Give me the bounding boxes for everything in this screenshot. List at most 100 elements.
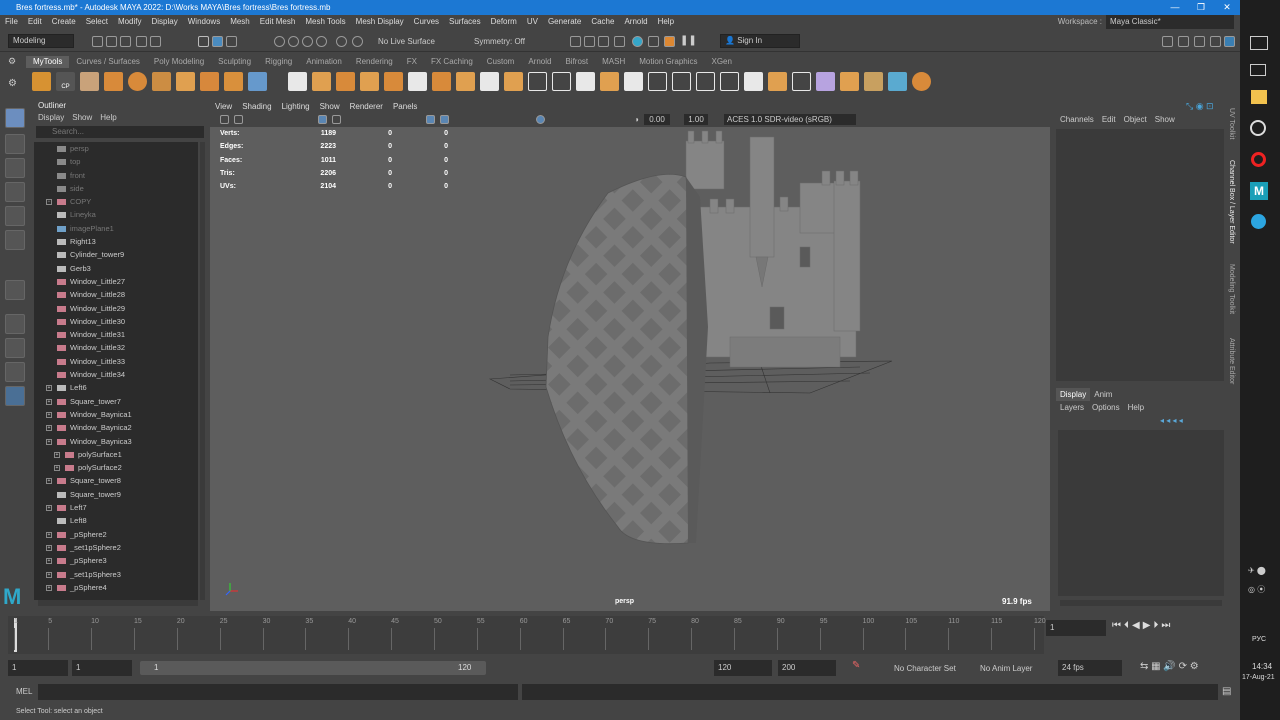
- scale-tool-icon[interactable]: [5, 230, 25, 250]
- outliner-item[interactable]: Window_Little34: [34, 368, 198, 381]
- menu-help[interactable]: Help: [653, 15, 679, 29]
- live-surface-label[interactable]: No Live Surface: [378, 37, 435, 46]
- shelf-tool-icon[interactable]: [456, 72, 475, 91]
- cb-menu-channels[interactable]: Channels: [1056, 113, 1098, 126]
- command-input[interactable]: [38, 684, 518, 700]
- shelf-tool-icon[interactable]: [792, 72, 811, 91]
- shelf-tab-sculpting[interactable]: Sculpting: [211, 56, 258, 68]
- current-frame-field[interactable]: 1: [1046, 620, 1106, 636]
- viewport-panel[interactable]: View Shading Lighting Show Renderer Panels ◑ …: [210, 100, 1050, 611]
- clock-date[interactable]: 17-Aug-21: [1242, 674, 1275, 681]
- smooth-shade-icon[interactable]: [426, 115, 435, 124]
- move-tool-icon[interactable]: [5, 182, 25, 202]
- select-by-object-icon[interactable]: [212, 36, 223, 47]
- minimize-button[interactable]: —: [1162, 0, 1188, 15]
- expand-icon[interactable]: +: [46, 425, 52, 432]
- outliner-item[interactable]: Window_Little28: [34, 288, 198, 301]
- fps-dropdown[interactable]: 24 fps: [1058, 660, 1122, 676]
- outliner-item[interactable]: front: [34, 169, 198, 182]
- shelf-tool-icon[interactable]: [696, 72, 715, 91]
- outliner-item[interactable]: + Window_Baynica1: [34, 408, 198, 421]
- outliner-item[interactable]: imagePlane1: [34, 222, 198, 235]
- shelf-tool-icon[interactable]: [336, 72, 355, 91]
- select-by-component-icon[interactable]: [226, 36, 237, 47]
- shelf-tool-icon[interactable]: [888, 72, 907, 91]
- shelf-tool-icon[interactable]: [864, 72, 883, 91]
- shelf-tab-curves-surfaces[interactable]: Curves / Surfaces: [69, 56, 147, 68]
- system-tray-icons[interactable]: ✈ ⬤: [1248, 566, 1266, 575]
- shelf-tool-icon[interactable]: [312, 72, 331, 91]
- expand-icon[interactable]: +: [46, 531, 52, 538]
- outliner-item[interactable]: Window_Little31: [34, 328, 198, 341]
- channel-box-area[interactable]: [1056, 129, 1224, 381]
- expand-icon[interactable]: +: [46, 398, 52, 405]
- snap-surface-icon[interactable]: [336, 36, 347, 47]
- shelf-tool-icon[interactable]: [480, 72, 499, 91]
- menu-mesh[interactable]: Mesh: [225, 15, 255, 29]
- shelf-tool-icon[interactable]: [768, 72, 787, 91]
- shelf-tab-arnold[interactable]: Arnold: [521, 56, 558, 68]
- menu-display[interactable]: Display: [147, 15, 183, 29]
- time-slider[interactable]: 1 5 10 15 20 25 30 35 40 45 50 55 60 65 70 75 80 85 90 95 10…: [0, 614, 1240, 656]
- torus-icon[interactable]: [128, 72, 147, 91]
- menu-curves[interactable]: Curves: [409, 15, 444, 29]
- tool-settings-icon[interactable]: [1194, 36, 1205, 47]
- shelf-tab-poly-modeling[interactable]: Poly Modeling: [147, 56, 211, 68]
- shelf-tool-icon[interactable]: [840, 72, 859, 91]
- menu-file[interactable]: File: [0, 15, 23, 29]
- shelf-tool-icon[interactable]: [912, 72, 931, 91]
- outliner-item[interactable]: + _set1pSphere2: [34, 541, 198, 554]
- shelf-tool-icon[interactable]: [720, 72, 739, 91]
- expand-icon[interactable]: +: [46, 478, 52, 485]
- outliner-layout-icon[interactable]: [5, 386, 25, 406]
- menu-uv[interactable]: UV: [522, 15, 543, 29]
- outliner-item[interactable]: + _pSphere4: [34, 581, 198, 594]
- gamma-field[interactable]: 1.00: [684, 114, 708, 125]
- shelf-tab-bifrost[interactable]: Bifrost: [558, 56, 595, 68]
- chrome-icon[interactable]: [1250, 120, 1266, 136]
- cp-icon[interactable]: CP: [56, 72, 75, 91]
- shelf-tab-mytools[interactable]: MyTools: [26, 56, 70, 68]
- sign-in-dropdown[interactable]: 👤 Sign In: [720, 34, 800, 48]
- maximize-button[interactable]: ❐: [1188, 0, 1214, 15]
- exposure-field[interactable]: 0.00: [644, 114, 670, 125]
- character-set-dropdown[interactable]: No Character Set: [894, 664, 956, 673]
- network-icon[interactable]: ◎ ⦿: [1248, 584, 1265, 595]
- arnold-render-icon[interactable]: [664, 36, 675, 47]
- shelf-tab-rigging[interactable]: Rigging: [258, 56, 299, 68]
- outliner-item[interactable]: + polySurface2: [34, 461, 198, 474]
- shelf-tool-icon[interactable]: [152, 72, 171, 91]
- render-settings-icon[interactable]: [614, 36, 625, 47]
- outliner-hscrollbar[interactable]: [38, 600, 198, 606]
- shaded-icon[interactable]: [440, 115, 449, 124]
- outliner-item[interactable]: + COPY: [34, 195, 198, 208]
- shelf-tool-icon[interactable]: [672, 72, 691, 91]
- workspace-dropdown[interactable]: Maya Classic*: [1106, 15, 1234, 29]
- search-icon[interactable]: [1250, 36, 1268, 50]
- outliner-item[interactable]: + Square_tower8: [34, 474, 198, 487]
- snap-curve-icon[interactable]: [288, 36, 299, 47]
- playback-end-field[interactable]: 120: [714, 660, 772, 676]
- outliner-item[interactable]: top: [34, 155, 198, 168]
- shelf-tool-icon[interactable]: [224, 72, 243, 91]
- outliner-item[interactable]: + Left6: [34, 381, 198, 394]
- viewport-menu-lighting[interactable]: Lighting: [277, 100, 315, 113]
- expand-icon[interactable]: +: [46, 544, 52, 551]
- outliner-item[interactable]: Window_Little33: [34, 355, 198, 368]
- outliner-menu-show[interactable]: Show: [68, 112, 96, 124]
- menu-deform[interactable]: Deform: [486, 15, 522, 29]
- menu-edit[interactable]: Edit: [23, 15, 47, 29]
- shelf-settings-icon[interactable]: ⚙: [8, 56, 16, 67]
- panel-controls-icon[interactable]: ⤡ ◉ ⊡: [1186, 101, 1214, 112]
- layer-hscrollbar[interactable]: [1060, 600, 1222, 606]
- expand-icon[interactable]: +: [46, 438, 52, 445]
- maya-taskbar-icon[interactable]: M: [1250, 182, 1268, 200]
- wireframe-icon[interactable]: [318, 115, 327, 124]
- colorspace-dropdown[interactable]: ACES 1.0 SDR-video (sRGB): [724, 114, 856, 125]
- shelf-tool-icon[interactable]: [624, 72, 643, 91]
- hypershade-icon[interactable]: [632, 36, 643, 47]
- snap-grid-icon[interactable]: [274, 36, 285, 47]
- expand-icon[interactable]: +: [46, 571, 52, 578]
- shelf-tool-icon[interactable]: [504, 72, 523, 91]
- open-scene-icon[interactable]: [106, 36, 117, 47]
